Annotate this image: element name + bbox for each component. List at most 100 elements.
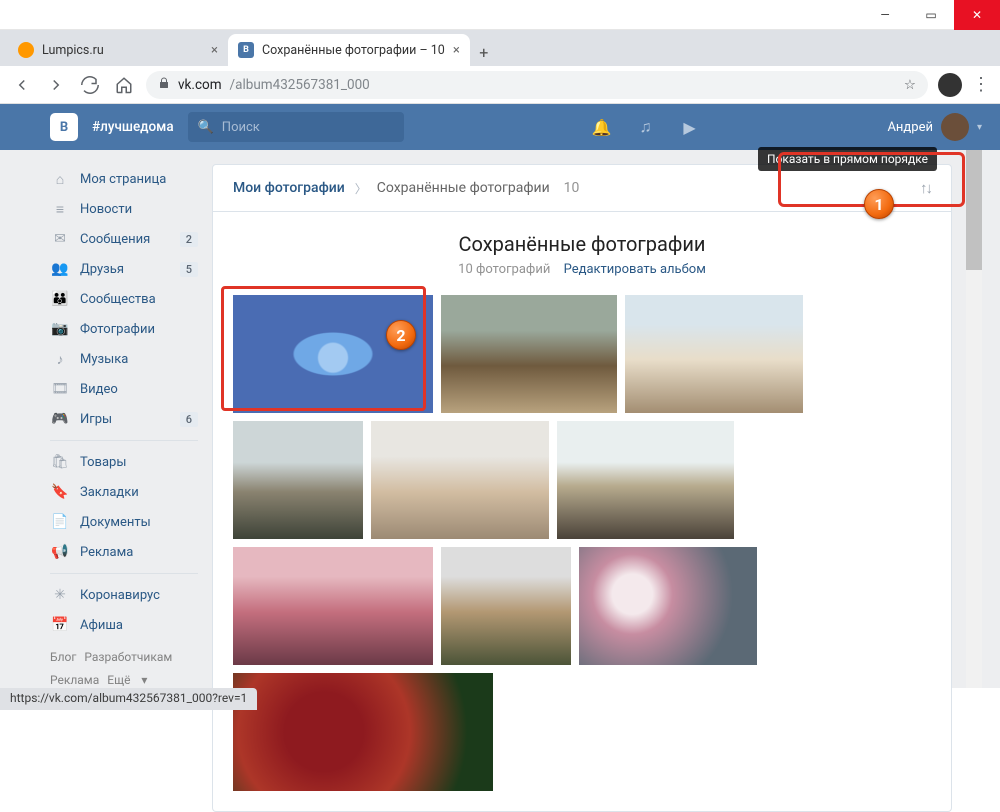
status-bar: https://vk.com/album432567381_000?rev=1: [0, 688, 257, 710]
tab-close-button[interactable]: ×: [453, 43, 460, 58]
breadcrumb-current: Сохранённые фотографии: [377, 180, 550, 196]
sidebar-item-docs[interactable]: 📄Документы: [50, 507, 198, 537]
search-input[interactable]: 🔍 Поиск: [188, 112, 404, 142]
annotation-marker-1: 1: [864, 189, 894, 219]
sidebar-item-profile[interactable]: ⌂ Моя страница: [50, 164, 198, 194]
breadcrumb-root[interactable]: Мои фотографии: [233, 180, 345, 196]
sidebar: ⌂ Моя страница ≡Новости ✉Сообщения2 👥Друз…: [50, 164, 198, 688]
footer-devs-link[interactable]: Разработчикам: [84, 650, 172, 664]
photo-thumbnail[interactable]: [371, 421, 549, 539]
bookmark-star-button[interactable]: ☆: [904, 77, 916, 93]
browser-menu-button[interactable]: ⋮: [972, 74, 990, 95]
page-body: ⌂ Моя страница ≡Новости ✉Сообщения2 👥Друз…: [0, 150, 1000, 688]
sidebar-item-label: Музыка: [80, 352, 128, 367]
browser-tab-lumpics[interactable]: Lumpics.ru ×: [8, 34, 228, 66]
separator: [50, 440, 198, 441]
photo-thumbnail[interactable]: [233, 421, 363, 539]
scroll-thumb[interactable]: [966, 150, 982, 270]
sidebar-item-label: Моя страница: [80, 172, 166, 187]
home-icon: ⌂: [50, 169, 70, 189]
edit-album-link[interactable]: Редактировать альбом: [564, 262, 706, 277]
footer-ads-link[interactable]: Реклама: [50, 673, 99, 687]
separator: [50, 573, 198, 574]
sidebar-item-music[interactable]: ♪Музыка: [50, 344, 198, 374]
window-maximize-button[interactable]: ▭: [908, 0, 954, 30]
megaphone-icon: 📢: [50, 542, 70, 562]
sidebar-item-label: Коронавирус: [80, 588, 160, 603]
back-button[interactable]: [10, 73, 34, 97]
footer-more-link[interactable]: Ещё ▾: [107, 673, 147, 687]
photo-thumbnail[interactable]: [233, 673, 493, 791]
window-minimize-button[interactable]: —: [862, 0, 908, 30]
browser-tab-strip: Lumpics.ru × B Сохранённые фотографии – …: [0, 30, 1000, 66]
photo-thumbnail[interactable]: [441, 547, 571, 665]
search-placeholder: Поиск: [222, 120, 260, 135]
tab-title: Lumpics.ru: [42, 43, 104, 58]
address-bar[interactable]: vk.com/album432567381_000 ☆: [146, 71, 928, 99]
sidebar-item-friends[interactable]: 👥Друзья5: [50, 254, 198, 284]
sidebar-item-news[interactable]: ≡Новости: [50, 194, 198, 224]
main-content: Мои фотографии 〉 Сохранённые фотографии …: [212, 164, 952, 688]
sidebar-item-label: Фотографии: [80, 322, 155, 337]
camera-icon: 📷: [50, 319, 70, 339]
sidebar-item-label: Реклама: [80, 545, 133, 560]
favicon-icon: [18, 42, 34, 58]
browser-tab-vk[interactable]: B Сохранённые фотографии – 10 ×: [228, 34, 470, 66]
sidebar-item-label: Видео: [80, 382, 118, 397]
reload-button[interactable]: [78, 73, 102, 97]
tab-close-button[interactable]: ×: [211, 43, 218, 58]
notifications-icon[interactable]: 🔔: [587, 112, 617, 142]
sidebar-item-messages[interactable]: ✉Сообщения2: [50, 224, 198, 254]
sidebar-item-groups[interactable]: 👪Сообщества: [50, 284, 198, 314]
sort-order-button[interactable]: ↑↓: [920, 179, 931, 197]
sidebar-item-bookmarks[interactable]: 🔖 Закладки: [50, 477, 198, 507]
badge: 5: [180, 262, 198, 277]
footer-blog-link[interactable]: Блог: [50, 650, 76, 664]
sidebar-item-video[interactable]: 🎞Видео: [50, 374, 198, 404]
album-panel: Сохранённые фотографии 10 фотографий Ред…: [212, 212, 952, 812]
user-menu[interactable]: Андрей ▾: [887, 113, 982, 141]
bookmark-icon: 🔖: [50, 482, 70, 502]
user-avatar: [941, 113, 969, 141]
photo-thumbnail[interactable]: [441, 295, 617, 413]
sidebar-item-photos[interactable]: 📷 Фотографии: [50, 314, 198, 344]
calendar-icon: 📅: [50, 615, 70, 635]
sidebar-footer: Блог Разработчикам Реклама Ещё ▾: [50, 646, 198, 692]
badge: 2: [180, 232, 198, 247]
sidebar-item-covid[interactable]: ✳Коронавирус: [50, 580, 198, 610]
groups-icon: 👪: [50, 289, 70, 309]
window-titlebar: — ▭ ✕: [0, 0, 1000, 30]
video-play-icon[interactable]: ▶: [675, 112, 705, 142]
photo-thumbnail[interactable]: [233, 295, 433, 413]
breadcrumb-count: 10: [564, 180, 580, 196]
photo-thumbnail[interactable]: [625, 295, 803, 413]
sidebar-item-label: Закладки: [80, 485, 139, 500]
photo-thumbnail[interactable]: [579, 547, 757, 665]
photo-grid: [233, 295, 931, 791]
photo-thumbnail[interactable]: [557, 421, 734, 539]
new-tab-button[interactable]: +: [470, 38, 498, 66]
sidebar-item-label: Афиша: [80, 618, 123, 633]
hashtag-link[interactable]: #лучшедома: [92, 119, 174, 135]
profile-avatar-button[interactable]: [938, 73, 962, 97]
forward-button[interactable]: [44, 73, 68, 97]
photo-count: 10 фотографий: [458, 262, 550, 277]
url-path: /album432567381_000: [230, 77, 370, 93]
chevron-down-icon: ▾: [977, 122, 982, 133]
photo-thumbnail[interactable]: [233, 547, 433, 665]
window-close-button[interactable]: ✕: [954, 0, 1000, 30]
vertical-scrollbar[interactable]: [966, 150, 982, 688]
sidebar-item-market[interactable]: 🛍Товары: [50, 447, 198, 477]
sidebar-item-games[interactable]: 🎮Игры6: [50, 404, 198, 434]
sidebar-item-poster[interactable]: 📅 Афиша: [50, 610, 198, 640]
badge: 6: [180, 412, 198, 427]
music-icon[interactable]: ♫: [631, 112, 661, 142]
sidebar-item-label: Товары: [80, 455, 126, 470]
sort-tooltip: Показать в прямом порядке: [758, 147, 937, 171]
home-button[interactable]: [112, 73, 136, 97]
vk-logo[interactable]: B: [50, 113, 78, 141]
album-title: Сохранённые фотографии: [233, 232, 931, 256]
document-icon: 📄: [50, 512, 70, 532]
favicon-icon: B: [238, 42, 254, 58]
sidebar-item-ads[interactable]: 📢 Реклама: [50, 537, 198, 567]
